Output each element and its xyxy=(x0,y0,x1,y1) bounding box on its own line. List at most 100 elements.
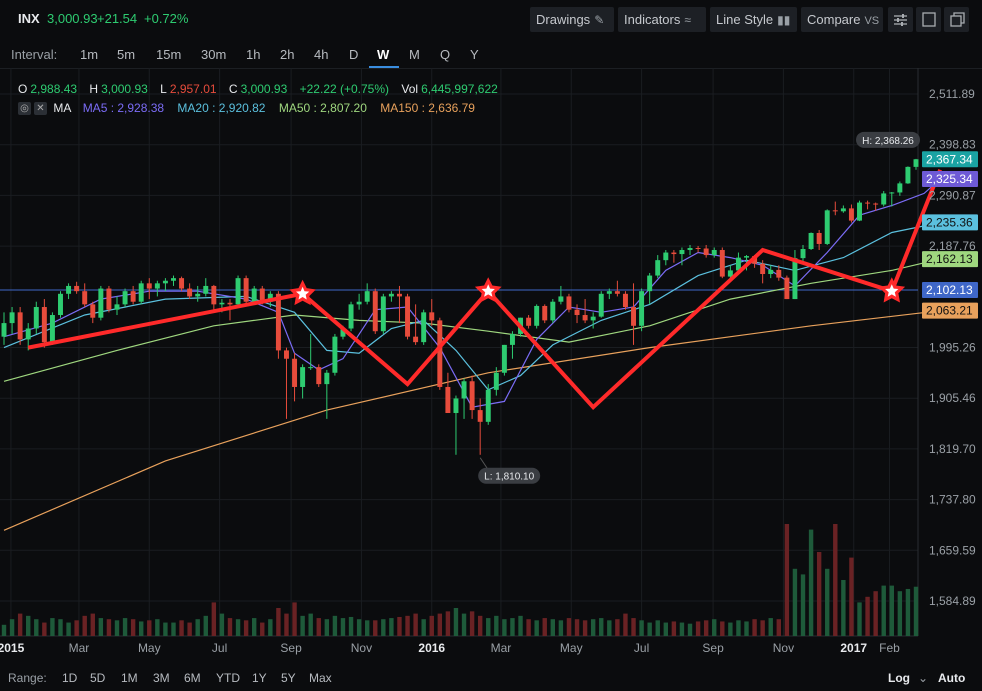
fullscreen-button[interactable] xyxy=(916,7,941,32)
volume-bar xyxy=(913,586,919,636)
candle-body xyxy=(913,159,919,167)
volume-bar xyxy=(486,618,491,636)
interval-15m[interactable]: 15m xyxy=(156,47,181,62)
range-5d[interactable]: 5D xyxy=(90,671,105,685)
volume-bar xyxy=(477,615,483,636)
settings-sliders-button[interactable] xyxy=(888,7,913,32)
interval-4h[interactable]: 4h xyxy=(314,47,328,62)
volume-bar xyxy=(114,620,120,636)
interval-d[interactable]: D xyxy=(349,47,358,62)
interval-5m[interactable]: 5m xyxy=(117,47,135,62)
range-1d[interactable]: 1D xyxy=(62,671,77,685)
volume-bar xyxy=(284,613,289,636)
chevron-down-icon[interactable]: ⌄ xyxy=(918,671,928,685)
interval-y[interactable]: Y xyxy=(470,47,479,62)
x-tick-label: 2016 xyxy=(418,641,445,655)
candle-body xyxy=(614,291,620,294)
candle-body xyxy=(82,291,88,305)
candle-body xyxy=(283,350,289,359)
volume-bar xyxy=(752,619,757,636)
interval-30m[interactable]: 30m xyxy=(201,47,226,62)
log-toggle[interactable]: Log xyxy=(888,671,910,685)
candle-body xyxy=(808,232,814,250)
volume-bar xyxy=(364,620,370,636)
volume-bar xyxy=(163,622,168,636)
close-label: C xyxy=(228,82,238,96)
price-tag-text: 2,367.34 xyxy=(926,152,973,166)
volume-bar xyxy=(550,619,556,636)
volume-bar xyxy=(469,611,475,636)
candle-body xyxy=(469,381,475,411)
y-tick-label: 2,290.87 xyxy=(929,188,976,202)
candle-body xyxy=(485,389,491,422)
compare-button[interactable]: Compare VS xyxy=(801,7,883,32)
range-max[interactable]: Max xyxy=(309,671,332,685)
price-chart[interactable]: 2,511.89 2,398.83 2,290.87 2,187.76 1,995.26… xyxy=(0,68,982,668)
candle-body xyxy=(316,367,322,385)
volume-bar xyxy=(179,620,184,636)
candle-body xyxy=(905,166,911,184)
range-5y[interactable]: 5Y xyxy=(281,671,296,685)
range-3m[interactable]: 3M xyxy=(153,671,170,685)
auto-toggle[interactable]: Auto xyxy=(938,671,965,685)
candle-body xyxy=(719,250,725,277)
copy-window-icon xyxy=(950,12,965,27)
indicators-button[interactable]: Indicators ≈ xyxy=(618,7,706,32)
volume-bar xyxy=(1,624,7,636)
range-1y[interactable]: 1Y xyxy=(252,671,267,685)
interval-w[interactable]: W xyxy=(377,47,389,62)
candle-body xyxy=(1,323,7,337)
range-6m[interactable]: 6M xyxy=(184,671,201,685)
interval-1m[interactable]: 1m xyxy=(80,47,98,62)
candle-body xyxy=(542,305,548,321)
x-tick-label: Jul xyxy=(212,641,227,655)
eye-icon[interactable]: ◎ xyxy=(18,102,31,116)
candle-body xyxy=(647,275,653,292)
volume-bar xyxy=(534,620,539,636)
candlesticks xyxy=(1,158,919,455)
candle-body xyxy=(98,288,104,318)
range-1m[interactable]: 1M xyxy=(121,671,138,685)
candle-body xyxy=(477,410,483,422)
drawings-button[interactable]: Drawings ✎ xyxy=(530,7,614,32)
volume-bar xyxy=(98,618,104,636)
volume-bar xyxy=(437,613,443,636)
candle-body xyxy=(74,285,80,292)
y-tick-label: 2,511.89 xyxy=(929,87,975,101)
x-tick-label: May xyxy=(560,641,583,655)
volume-bar xyxy=(9,619,15,636)
close-icon[interactable]: ✕ xyxy=(34,102,47,116)
candle-body xyxy=(461,381,467,399)
candle-body xyxy=(816,232,822,244)
low-label: L xyxy=(160,82,167,96)
interval-m[interactable]: M xyxy=(409,47,420,62)
volume-bar xyxy=(816,552,822,636)
candle-body xyxy=(848,208,854,221)
candle-body xyxy=(138,283,144,302)
indicator-wave-icon: ≈ xyxy=(684,13,691,27)
candle-body xyxy=(106,288,112,310)
range-ytd[interactable]: YTD xyxy=(216,671,240,685)
x-tick-label: Nov xyxy=(351,641,372,655)
candle-body xyxy=(187,288,193,297)
volume-bar xyxy=(825,568,830,636)
volume-bar xyxy=(308,613,313,636)
volume-bar xyxy=(82,615,87,636)
interval-1h[interactable]: 1h xyxy=(246,47,260,62)
volume-bar xyxy=(453,608,459,636)
candle-body xyxy=(493,372,499,390)
price-tag-text: 2,235.36 xyxy=(926,215,973,229)
candle-body xyxy=(784,277,790,300)
symbol-label[interactable]: INX xyxy=(18,11,40,26)
compare-vs-label: VS xyxy=(864,15,880,27)
interval-2h[interactable]: 2h xyxy=(280,47,294,62)
volume-bar xyxy=(461,613,467,636)
candle-body xyxy=(324,372,330,385)
interval-q[interactable]: Q xyxy=(440,47,450,62)
open-value: 2,988.43 xyxy=(30,82,78,96)
range-bar: Range: 1D 5D 1M 3M 6M YTD 1Y 5Y Max Log … xyxy=(0,664,982,691)
line-style-button[interactable]: Line Style ▮▮ xyxy=(710,7,797,32)
popout-button[interactable] xyxy=(944,7,969,32)
volume-bar xyxy=(316,618,321,636)
volume-bar xyxy=(260,622,265,636)
